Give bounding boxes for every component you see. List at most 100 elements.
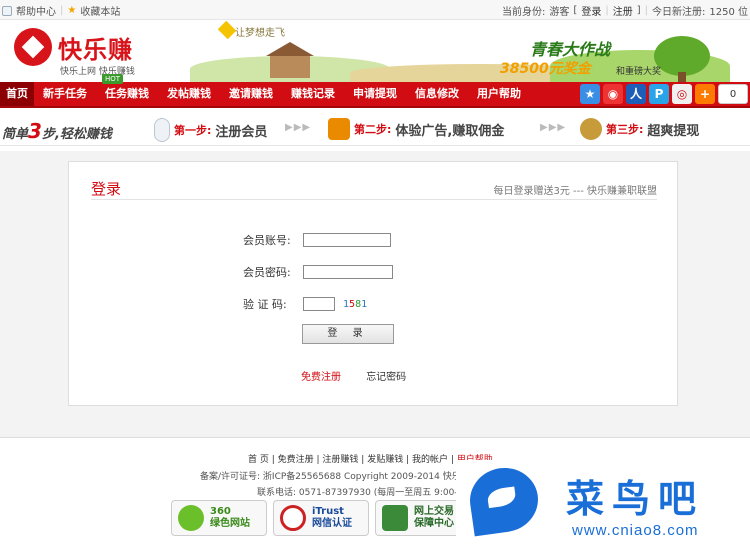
step-3-text: 超爽提现 <box>647 123 700 139</box>
site-logo[interactable]: 快乐赚 <box>14 28 133 66</box>
today-label: 今日新注册: <box>651 7 706 18</box>
hot-badge: HOT <box>102 74 124 84</box>
step-2: 第二步: 体验广告,赚取佣金 <box>328 118 504 140</box>
lead-post: 步,轻松赚钱 <box>41 127 112 142</box>
free-register-link[interactable]: 免费注册 <box>301 372 341 383</box>
help-icon <box>2 5 12 16</box>
arrow-icon: ▶▶▶ <box>540 122 567 133</box>
itrust-seal-icon <box>280 505 306 531</box>
captcha-image[interactable]: 1581 <box>343 299 367 310</box>
badge-itrust[interactable]: iTrust 网信认证 <box>273 500 369 536</box>
nav-home[interactable]: 首页 <box>0 82 34 106</box>
step-3-label: 第三步: <box>606 123 644 136</box>
more-share-icon[interactable]: + <box>695 84 715 104</box>
star-icon: ★ <box>67 5 77 16</box>
tencent-weibo-icon[interactable]: P <box>649 84 669 104</box>
password-input[interactable] <box>303 265 393 279</box>
captcha-row: 验 证 码: 1581 <box>243 296 367 312</box>
step-3: 第三步: 超爽提现 <box>580 118 699 140</box>
money-bag-icon <box>580 118 602 140</box>
qzone-icon[interactable]: ★ <box>580 84 600 104</box>
login-button[interactable]: 登 录 <box>302 324 394 344</box>
nav-post-earn[interactable]: 发帖赚钱 <box>158 82 220 106</box>
renren-icon[interactable]: 人 <box>626 84 646 104</box>
nav-task-earn[interactable]: 任务赚钱 <box>96 82 158 106</box>
tree-trunk <box>678 72 686 82</box>
logo-tagline: 快乐上网 快乐赚钱 <box>60 67 135 77</box>
login-links: 免费注册 忘记密码 <box>301 368 406 383</box>
nav-newbie-tasks[interactable]: 新手任务 <box>34 82 96 106</box>
tree-icon <box>654 36 710 76</box>
login-panel: 登录 每日登录赠送3元 --- 快乐赚兼职联盟 会员账号: 会员密码: 验 证 … <box>68 161 678 406</box>
footer-link-post-earn[interactable]: 发贴赚钱 <box>367 455 403 465</box>
lead-num: 3 <box>28 119 42 143</box>
watermark-url: www.cniao8.com <box>572 522 699 539</box>
register-link[interactable]: 注册 <box>613 3 633 18</box>
lead-pre: 简单 <box>2 127 29 142</box>
weibo-icon[interactable]: ◉ <box>603 84 623 104</box>
steps-bar: 简单3步,轻松赚钱 第一步: 注册会员 ▶▶▶ 第二步: 体验广告,赚取佣金 ▶… <box>0 108 750 146</box>
captcha-char: 1 <box>361 298 368 310</box>
site-header: 快乐赚 快乐上网 快乐赚钱 让梦想走飞 青春大作战 38500元奖金 和重磅大奖 <box>0 20 750 82</box>
kaixin-icon[interactable]: ◎ <box>672 84 692 104</box>
bracket-open: [ <box>573 5 578 16</box>
account-label: 会员账号: <box>243 234 291 247</box>
logo-text: 快乐赚 <box>58 35 133 64</box>
step-2-label: 第二步: <box>354 123 392 136</box>
login-title: 登录 <box>91 180 122 198</box>
arrow-icon: ▶▶▶ <box>285 122 312 133</box>
badge-line: 网信认证 <box>312 518 352 529</box>
identity-label: 当前身份: <box>502 7 546 18</box>
watermark: 菜鸟吧 www.cniao8.com <box>456 460 750 555</box>
account-input[interactable] <box>303 233 391 247</box>
badge-line: 网上交易 <box>414 506 454 517</box>
help-link[interactable]: 帮助中心 <box>16 3 56 18</box>
top-bar: 帮助中心 | ★ 收藏本站 当前身份: 游客 [ 登录 | 注册 ] | 今日新… <box>0 0 750 20</box>
step-1-label: 第一步: <box>174 124 212 137</box>
share-bar: ★ ◉ 人 P ◎ + 0 <box>580 84 748 104</box>
forgot-password-link[interactable]: 忘记密码 <box>366 372 406 383</box>
captcha-label: 验 证 码: <box>243 298 287 311</box>
nav-withdraw[interactable]: 申请提现 <box>344 82 406 106</box>
footer-link-account[interactable]: 我的帐户 <box>412 455 448 465</box>
footer-phone: 联系电话: 0571-87397930 (每周一至周五 9:00- <box>257 488 458 498</box>
share-count: 0 <box>718 84 748 104</box>
header-slogan: 让梦想走飞 <box>235 28 285 39</box>
password-row: 会员密码: <box>243 264 393 280</box>
top-bar-left: 帮助中心 | ★ 收藏本站 <box>2 3 120 18</box>
nav-invite-earn[interactable]: 邀请赚钱 <box>220 82 282 106</box>
badge-line: 保障中心 <box>414 518 454 529</box>
scales-icon <box>382 505 408 531</box>
steps-lead: 简单3步,轻松赚钱 <box>2 119 112 143</box>
footer-icp: 备案/许可证号: 浙ICP备25565688 Copyright 2009-20… <box>200 472 461 482</box>
nav-user-help[interactable]: 用户帮助 <box>468 82 530 106</box>
nav-edit-info[interactable]: 信息修改 <box>406 82 468 106</box>
bracket-close: ] <box>636 5 641 16</box>
divider: | <box>605 5 609 16</box>
divider: | <box>644 5 648 16</box>
top-bar-right: 当前身份: 游客 [ 登录 | 注册 ] | 今日新注册: 1250 位 <box>502 3 748 18</box>
login-panel-header: 登录 每日登录赠送3元 --- 快乐赚兼职联盟 <box>91 176 657 200</box>
main-nav: 首页 新手任务 任务赚钱 发帖赚钱 邀请赚钱 赚钱记录 申请提现 信息修改 用户… <box>0 74 750 108</box>
badge-line: 绿色网站 <box>210 518 250 529</box>
promo-sub: 和重磅大奖 <box>616 67 662 77</box>
footer-link-home[interactable]: 首 页 <box>248 455 269 465</box>
account-row: 会员账号: <box>243 232 391 248</box>
login-link[interactable]: 登录 <box>581 3 601 18</box>
step-2-text: 体验广告,赚取佣金 <box>395 123 505 139</box>
identity-value: 游客 <box>549 7 570 18</box>
captcha-input[interactable] <box>303 297 335 311</box>
shield-plus-icon <box>178 505 204 531</box>
badge-360[interactable]: 360 绿色网站 <box>171 500 267 536</box>
bookmark-link[interactable]: 收藏本站 <box>80 3 120 18</box>
password-label: 会员密码: <box>243 266 291 279</box>
house-icon <box>266 42 314 78</box>
divider: | <box>60 5 64 16</box>
step-1: 第一步: 注册会员 <box>154 118 267 142</box>
nav-earn-records[interactable]: 赚钱记录 <box>282 82 344 106</box>
footer-link-register-earn[interactable]: 注册赚钱 <box>322 455 358 465</box>
bird-logo-icon <box>465 463 543 537</box>
footer-link-register[interactable]: 免费注册 <box>278 455 314 465</box>
badge-line: iTrust <box>312 506 344 517</box>
login-note: 每日登录赠送3元 --- 快乐赚兼职联盟 <box>493 186 657 197</box>
